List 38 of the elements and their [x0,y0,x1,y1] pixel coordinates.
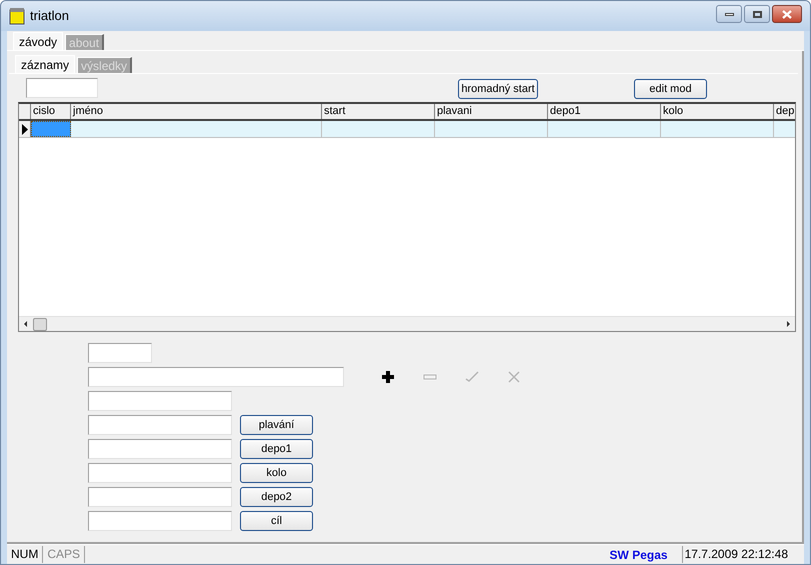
status-panel: NUM [7,546,44,563]
input-field[interactable] [88,511,232,531]
tab[interactable]: závody [13,32,64,50]
brand-label: SW Pegas [608,546,669,564]
column-header[interactable]: plavani [435,104,548,119]
scrollbar-thumb[interactable] [33,318,47,330]
tab[interactable]: záznamy [15,55,76,73]
input-field[interactable] [88,415,232,435]
column-header[interactable]: start [322,104,435,119]
selected-cell[interactable] [31,121,71,137]
column-header[interactable]: cislo [31,104,71,119]
toolbar-button[interactable]: edit mod [634,79,707,99]
input-field[interactable] [88,463,232,483]
input-field[interactable] [88,367,344,387]
input-field[interactable] [88,439,232,459]
plus-icon[interactable] [381,370,395,384]
status-panel: CAPS [43,546,86,563]
column-header[interactable]: kolo [661,104,774,119]
minimize-button[interactable] [716,5,742,23]
split-time-button[interactable]: kolo [240,463,313,483]
split-time-button[interactable]: depo2 [240,487,313,507]
close-icon[interactable] [782,10,792,18]
maximize-button[interactable] [744,5,770,23]
window-title: triatlon [30,7,70,26]
input-field[interactable] [88,391,232,411]
split-time-button[interactable]: plavání [240,415,313,435]
search-field[interactable] [26,78,98,98]
status-datetime: 17.7.2009 22:12:48 [682,546,804,563]
split-time-button[interactable]: cíl [240,511,313,531]
input-field[interactable] [88,343,152,363]
input-field[interactable] [88,487,232,507]
column-header[interactable]: depo1 [548,104,661,119]
column-header[interactable]: dep [774,104,795,119]
close-button[interactable] [772,5,802,23]
column-header[interactable]: jméno [71,104,322,119]
app-icon [9,7,25,25]
toolbar-button[interactable]: hromadný start [458,79,538,99]
split-time-button[interactable]: depo1 [240,439,313,459]
